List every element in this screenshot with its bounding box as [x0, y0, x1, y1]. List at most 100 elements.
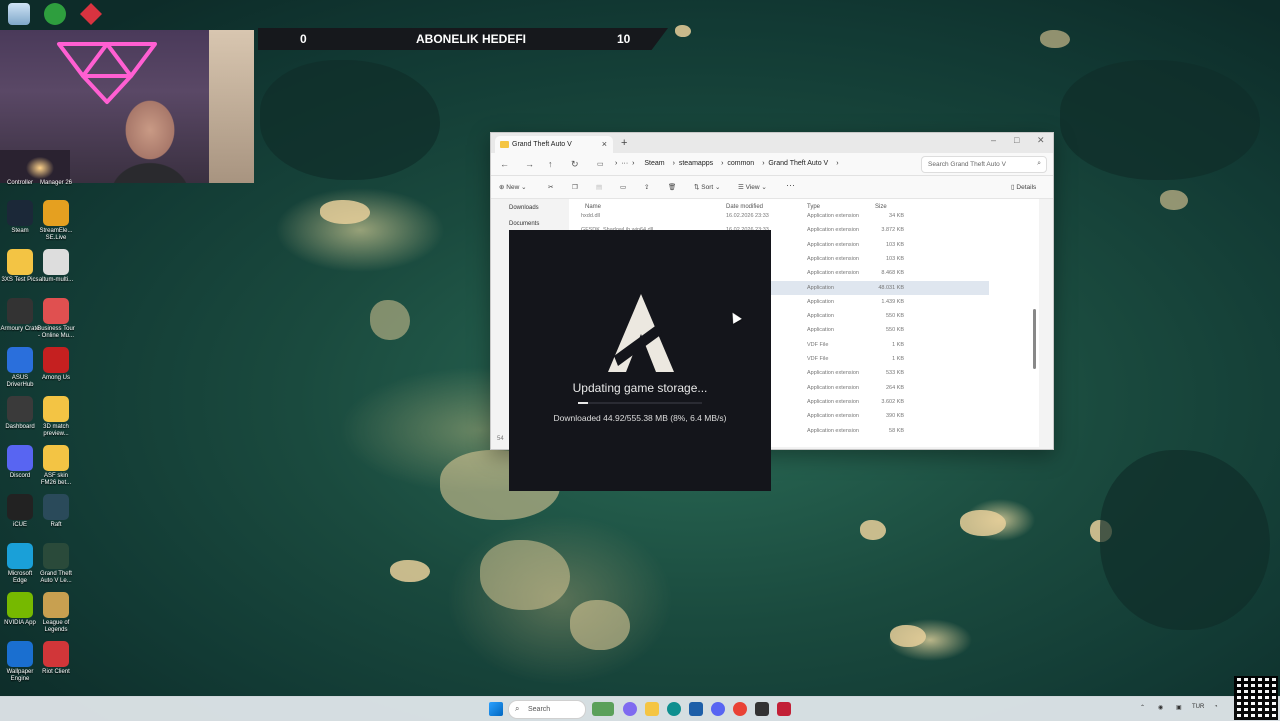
xbox-icon[interactable] [44, 3, 66, 25]
app-red-icon[interactable] [80, 3, 102, 25]
desktop-icon[interactable]: 3XS Test Pics [0, 249, 40, 284]
desktop-icon[interactable]: Grand Theft Auto V Le... [36, 543, 76, 585]
desktop-icon[interactable]: Dashboard [0, 396, 40, 431]
language-indicator[interactable]: TUR [1192, 704, 1204, 710]
widgets-icon[interactable] [592, 702, 614, 716]
desktop-icon[interactable]: Microsoft Edge [0, 543, 40, 585]
breadcrumb-steam[interactable]: Steam [644, 160, 664, 167]
view-button[interactable]: ☰ View ⌄ [738, 183, 767, 191]
new-button[interactable]: ⊕ New ⌄ [499, 183, 527, 191]
breadcrumb-gta-v[interactable]: Grand Theft Auto V [768, 160, 828, 167]
settings-icon [43, 249, 69, 275]
delete-icon[interactable]: 🗑 [668, 183, 676, 191]
app-icon[interactable] [755, 702, 769, 716]
desktop-icon-label: 3D match preview... [43, 424, 69, 437]
folder-icon [43, 445, 69, 471]
scrollbar[interactable] [1033, 309, 1036, 369]
share-icon[interactable]: ⇪ [644, 183, 649, 191]
business-tour-icon [43, 298, 69, 324]
copy-icon[interactable]: ❐ [572, 183, 578, 191]
desktop-icon[interactable]: Steam [0, 200, 40, 235]
refresh-icon[interactable]: ↻ [571, 159, 579, 170]
details-button[interactable]: ▯ Details [1011, 183, 1036, 191]
desktop-icon[interactable]: League of Legends [36, 592, 76, 634]
taskbar: ⌕ Search ⌃ ◉ ▣ TUR ◔ [0, 696, 1280, 721]
close-tab-icon[interactable]: × [602, 139, 607, 149]
desktop-icon[interactable]: NVIDIA App [0, 592, 40, 627]
search-input[interactable]: Search Grand Theft Auto V ⌕ [921, 156, 1047, 173]
cell-size: 103 KB [885, 241, 904, 248]
cell-type: Application [807, 298, 834, 305]
sidebar-item-downloads[interactable]: Downloads [509, 205, 539, 211]
edge-icon[interactable] [667, 702, 681, 716]
sidebar-item-documents[interactable]: Documents [509, 221, 539, 227]
cut-icon[interactable]: ✂ [548, 183, 553, 191]
new-tab-button[interactable]: + [621, 137, 627, 149]
desktop-icon-label: 3XS Test Pics [1, 277, 39, 283]
tray-chevron-icon[interactable]: ⌃ [1140, 704, 1145, 711]
cell-size: 1 KB [892, 356, 904, 362]
breadcrumb-more[interactable]: › ··· › [615, 160, 634, 167]
sort-button[interactable]: ⇅ Sort ⌄ [694, 183, 720, 191]
desktop-icon[interactable]: Wallpaper Engine [0, 641, 40, 683]
gta-icon [43, 543, 69, 569]
recycle-bin-icon[interactable] [8, 3, 30, 25]
forward-arrow-icon[interactable]: → [525, 159, 534, 169]
desktop-icon-label: Grand Theft Auto V Le... [40, 571, 72, 584]
file-explorer-icon[interactable] [645, 702, 659, 716]
lol-icon [43, 592, 69, 618]
desktop-icon[interactable]: Armoury Crate [0, 298, 40, 333]
chrome-icon[interactable] [733, 702, 747, 716]
store-icon[interactable] [689, 702, 703, 716]
edge-icon [7, 543, 33, 569]
up-arrow-icon[interactable]: ↑ [548, 159, 553, 169]
sort-label: Sort [701, 184, 714, 191]
desktop-icon[interactable]: ASF skin FM26 bet... [36, 445, 76, 487]
maximize-button[interactable]: □ [1014, 135, 1019, 145]
close-window-button[interactable]: ✕ [1037, 135, 1045, 146]
wallpaper-shadow [260, 60, 440, 180]
taskbar-search[interactable]: ⌕ Search [508, 700, 586, 719]
tray-app-icon[interactable]: ▣ [1176, 704, 1182, 711]
desktop-icon[interactable]: Among Us [36, 347, 76, 382]
cell-size: 264 KB [885, 384, 904, 391]
launcher-taskbar-icon[interactable] [777, 702, 791, 716]
desktop-icon[interactable]: Riot Client [36, 641, 76, 676]
tab-grand-theft-auto-v[interactable]: Grand Theft Auto V × [495, 136, 613, 153]
desktop-icon[interactable]: StreamEle... SE.Live [36, 200, 76, 242]
desktop-icon[interactable]: Raft [36, 494, 76, 529]
desktop-icon-label: Discord [9, 473, 31, 479]
cell-type: VDF File [807, 356, 829, 362]
wallpaper-engine-icon [7, 641, 33, 667]
desktop-icon[interactable]: Manager 26 [36, 180, 76, 187]
download-progress-text: Downloaded 44.92/555.38 MB (8%, 6.4 MB/s… [553, 413, 727, 423]
copilot-icon[interactable] [623, 702, 637, 716]
qr-code [1234, 676, 1278, 720]
back-arrow-icon[interactable]: ← [500, 159, 509, 169]
discord-icon[interactable] [711, 702, 725, 716]
start-button[interactable] [489, 702, 503, 716]
address-bar: ← → ↑ ↻ ▭ › ··· › Steam › steamapps › comm… [491, 153, 1053, 176]
desktop-icon[interactable]: Discord [0, 445, 40, 480]
minimize-button[interactable]: – [991, 135, 996, 145]
breadcrumb-steamapps[interactable]: steamapps [679, 160, 713, 167]
tray-app-icon[interactable]: ◉ [1158, 704, 1163, 711]
wallpaper-shadow [1100, 450, 1270, 630]
paste-icon[interactable]: ▤ [596, 183, 602, 191]
desktop-icon-label: altum-multi... [38, 277, 74, 283]
breadcrumb: › ··· › Steam › steamapps › common › Grand … [615, 160, 839, 167]
more-options-icon[interactable]: ··· [786, 180, 795, 190]
desktop-icon[interactable]: altum-multi... [36, 249, 76, 284]
desktop-icon[interactable]: ASUS DriverHub [0, 347, 40, 389]
rename-icon[interactable]: ▭ [620, 183, 626, 191]
wifi-icon[interactable]: ◔ [1214, 704, 1218, 710]
desktop-icon[interactable]: 3D match preview... [36, 396, 76, 438]
desktop-icon[interactable]: iCUE [0, 494, 40, 529]
desktop-icon[interactable]: Business Tour - Online Mu... [36, 298, 76, 340]
progress-bar [578, 402, 702, 404]
breadcrumb-common[interactable]: common [727, 160, 754, 167]
desktop-icon[interactable]: Controller [0, 180, 40, 187]
table-row[interactable]: hxdd.dll 16.02.2026 23:33 Application exte… [569, 209, 989, 223]
cell-size: 48.031 KB [878, 284, 904, 291]
desktop-icon-label: Dashboard [5, 424, 35, 430]
